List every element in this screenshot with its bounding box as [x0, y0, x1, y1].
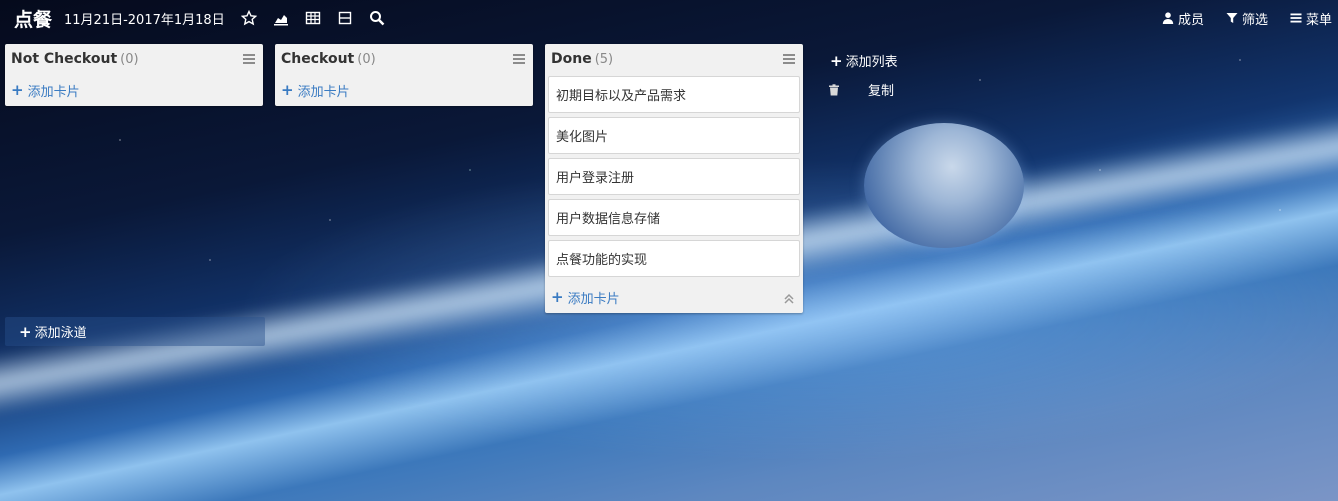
card-title: 美化图片	[556, 130, 609, 145]
add-card-button[interactable]: + 添加卡片	[275, 74, 533, 106]
list-not-checkout: Not Checkout (0) + 添加卡片	[5, 44, 263, 106]
menu-label: 菜单	[1305, 12, 1332, 28]
add-card-label: 添加卡片	[297, 84, 350, 100]
list-done: Done (5) 初期目标以及产品需求 美化图片 用户登录注册 用户数据信息存储…	[545, 44, 803, 313]
add-card-button[interactable]: + 添加卡片	[5, 74, 263, 106]
search-icon[interactable]	[369, 10, 385, 26]
members-button[interactable]: 成员	[1162, 9, 1204, 28]
list-card-count: (0)	[120, 51, 139, 67]
add-swimlane-label: 添加泳道	[34, 326, 87, 341]
plus-icon: +	[830, 51, 843, 70]
hamburger-icon	[1290, 13, 1302, 23]
card[interactable]: 初期目标以及产品需求	[548, 76, 800, 113]
list-menu-icon[interactable]	[243, 54, 255, 64]
table-icon[interactable]	[305, 10, 321, 26]
list-menu-icon[interactable]	[783, 54, 795, 64]
header-right-actions: 成员 筛选 菜单	[1162, 0, 1338, 36]
chart-area-icon[interactable]	[273, 10, 289, 26]
list-checkout: Checkout (0) + 添加卡片	[275, 44, 533, 106]
card[interactable]: 美化图片	[548, 117, 800, 154]
plus-icon: +	[281, 81, 294, 99]
filter-icon	[1226, 13, 1238, 23]
add-list-button[interactable]: + 添加列表	[830, 51, 898, 71]
plus-icon: +	[11, 81, 24, 99]
card-title: 用户数据信息存储	[556, 212, 661, 227]
trash-icon[interactable]	[828, 83, 840, 96]
card[interactable]: 用户登录注册	[548, 158, 800, 195]
star-icon[interactable]	[240, 10, 257, 26]
plus-icon: +	[551, 288, 564, 306]
add-swimlane-button[interactable]: + 添加泳道	[5, 317, 265, 346]
swimlane-icon[interactable]	[337, 10, 353, 26]
collapse-up-icon[interactable]	[783, 293, 795, 305]
copy-button[interactable]: 复制	[868, 80, 894, 99]
background-moon	[864, 123, 1024, 248]
add-card-label: 添加卡片	[567, 291, 620, 307]
menu-button[interactable]: 菜单	[1290, 9, 1332, 28]
copy-row: 复制	[828, 80, 894, 99]
list-card-count: (0)	[357, 51, 376, 67]
card-title: 用户登录注册	[556, 171, 635, 186]
list-title: Checkout	[281, 51, 355, 67]
board-title[interactable]: 点餐	[14, 5, 52, 32]
card-title: 初期目标以及产品需求	[556, 89, 687, 104]
list-menu-icon[interactable]	[513, 54, 525, 64]
board-date-range: 11月21日-2017年1月18日	[64, 12, 225, 28]
card-title: 点餐功能的实现	[556, 253, 648, 268]
list-header[interactable]: Checkout (0)	[275, 44, 533, 74]
filter-label: 筛选	[1241, 12, 1268, 28]
filter-button[interactable]: 筛选	[1226, 9, 1268, 28]
list-title: Done	[551, 51, 592, 67]
add-card-label: 添加卡片	[27, 84, 80, 100]
card[interactable]: 用户数据信息存储	[548, 199, 800, 236]
card[interactable]: 点餐功能的实现	[548, 240, 800, 277]
list-card-count: (5)	[594, 51, 614, 67]
list-header[interactable]: Done (5)	[545, 44, 803, 74]
user-icon	[1162, 12, 1174, 24]
board-header: 点餐 11月21日-2017年1月18日 成员 筛选 菜单	[0, 0, 1338, 36]
list-header[interactable]: Not Checkout (0)	[5, 44, 263, 74]
members-label: 成员	[1177, 12, 1204, 28]
add-card-button[interactable]: + 添加卡片	[545, 281, 803, 313]
add-list-label: 添加列表	[845, 55, 898, 70]
plus-icon: +	[19, 322, 32, 341]
list-title: Not Checkout	[11, 51, 118, 67]
